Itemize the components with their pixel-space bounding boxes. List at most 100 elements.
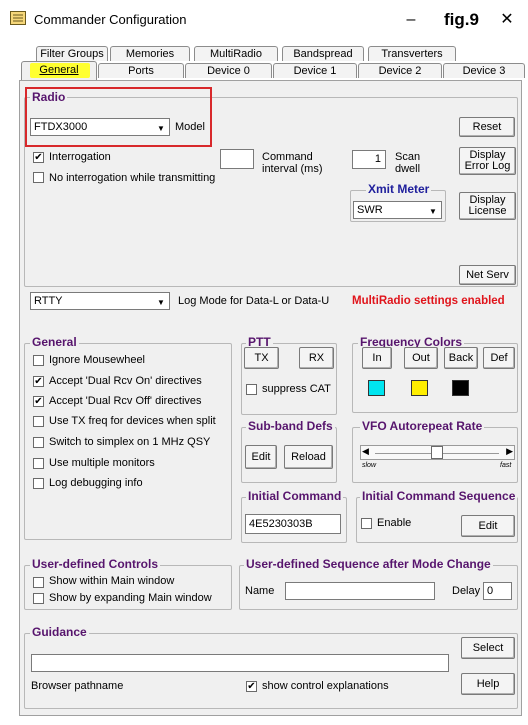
vfo-autorepeat-title: VFO Autorepeat Rate bbox=[360, 419, 485, 433]
log-mode-select[interactable]: RTTY ▼ bbox=[30, 292, 170, 310]
sequence-name-input[interactable] bbox=[285, 582, 435, 600]
show-expanding-label: Show by expanding Main window bbox=[49, 592, 212, 604]
no-interrogation-checkbox[interactable] bbox=[33, 172, 44, 183]
figure-label: fig.9 bbox=[444, 10, 479, 29]
suppress-cat-checkbox[interactable] bbox=[246, 384, 257, 395]
rx-button[interactable]: RX bbox=[299, 347, 334, 369]
model-label: Model bbox=[175, 121, 205, 133]
chevron-down-icon: ▼ bbox=[157, 298, 165, 307]
show-within-main-label: Show within Main window bbox=[49, 575, 175, 587]
color-back-button[interactable]: Back bbox=[444, 347, 478, 369]
tab-device-2[interactable]: Device 2 bbox=[358, 63, 442, 78]
tab-transverters[interactable]: Transverters bbox=[368, 46, 456, 61]
show-explanations-label: show control explanations bbox=[262, 680, 389, 692]
tab-general-label: General bbox=[39, 64, 79, 76]
show-expanding-checkbox[interactable] bbox=[33, 593, 44, 604]
display-error-log-line2: Error Log bbox=[464, 160, 511, 172]
tab-filter-groups[interactable]: Filter Groups bbox=[36, 46, 108, 61]
initial-sequence-enable-checkbox[interactable] bbox=[361, 518, 372, 529]
minimize-button[interactable]: – bbox=[396, 6, 426, 34]
multiradio-status: MultiRadio settings enabled bbox=[352, 295, 505, 307]
switch-simplex-label: Switch to simplex on 1 MHz QSY bbox=[49, 436, 211, 448]
log-debugging-label: Log debugging info bbox=[49, 477, 143, 489]
interrogation-label: Interrogation bbox=[49, 151, 111, 163]
log-debugging-checkbox[interactable] bbox=[33, 478, 44, 489]
log-mode-label: Log Mode for Data-L or Data-U bbox=[178, 295, 330, 307]
show-explanations-checkbox[interactable]: ✔ bbox=[246, 681, 257, 692]
tab-bandspread[interactable]: Bandspread bbox=[282, 46, 364, 61]
switch-simplex-checkbox[interactable] bbox=[33, 437, 44, 448]
use-tx-freq-label: Use TX freq for devices when split bbox=[49, 415, 216, 427]
initial-sequence-enable-label: Enable bbox=[377, 517, 412, 529]
xmit-meter-title: Xmit Meter bbox=[366, 182, 432, 196]
tab-memories[interactable]: Memories bbox=[110, 46, 190, 61]
browser-pathname-label: Browser pathname bbox=[31, 680, 124, 692]
app-icon bbox=[10, 11, 26, 25]
interrogation-checkbox[interactable]: ✔ bbox=[33, 152, 44, 163]
subband-edit-button[interactable]: Edit bbox=[245, 445, 277, 469]
color-in-button[interactable]: In bbox=[362, 347, 392, 369]
slider-left-arrow-icon[interactable]: ◀ bbox=[362, 446, 369, 457]
slider-slow-label: slow bbox=[362, 462, 377, 469]
command-interval-label: Command bbox=[262, 151, 313, 163]
log-mode-value: RTTY bbox=[34, 295, 63, 307]
xmit-meter-select[interactable]: SWR ▼ bbox=[353, 201, 442, 219]
ignore-mousewheel-checkbox[interactable] bbox=[33, 355, 44, 366]
tab-multiradio[interactable]: MultiRadio bbox=[194, 46, 278, 61]
initial-command-input[interactable]: 4E5230303B bbox=[245, 514, 341, 534]
tab-device-1[interactable]: Device 1 bbox=[273, 63, 357, 78]
sequence-name-label: Name bbox=[245, 585, 275, 597]
xmit-meter-value: SWR bbox=[357, 204, 383, 216]
user-sequence-title: User-defined Sequence after Mode Change bbox=[244, 557, 493, 571]
initial-command-title: Initial Command bbox=[246, 489, 344, 503]
display-license-line2: License bbox=[468, 205, 507, 217]
use-tx-freq-checkbox[interactable] bbox=[33, 416, 44, 427]
net-serv-button[interactable]: Net Serv bbox=[459, 265, 516, 285]
window-title: Commander Configuration bbox=[34, 12, 187, 27]
color-in-swatch bbox=[368, 380, 385, 396]
ignore-mousewheel-label: Ignore Mousewheel bbox=[49, 354, 146, 366]
tab-device-0[interactable]: Device 0 bbox=[185, 63, 272, 78]
dual-rcv-on-checkbox[interactable]: ✔ bbox=[33, 376, 44, 387]
tx-button[interactable]: TX bbox=[244, 347, 279, 369]
help-button[interactable]: Help bbox=[461, 673, 515, 695]
model-select-value: FTDX3000 bbox=[34, 121, 88, 133]
initial-sequence-title: Initial Command Sequence bbox=[360, 489, 518, 503]
slider-fast-label: fast bbox=[500, 462, 512, 469]
close-button[interactable]: ✕ bbox=[492, 6, 522, 34]
show-within-main-checkbox[interactable] bbox=[33, 577, 44, 588]
multiple-monitors-checkbox[interactable] bbox=[33, 458, 44, 469]
command-interval-unit: interval (ms) bbox=[262, 163, 323, 175]
general-group-title: General bbox=[30, 335, 79, 349]
color-out-button[interactable]: Out bbox=[404, 347, 438, 369]
color-back-swatch bbox=[452, 380, 469, 396]
model-select[interactable]: FTDX3000 ▼ bbox=[30, 118, 170, 136]
display-license-button[interactable]: Display License bbox=[459, 192, 516, 220]
delay-label: Delay bbox=[452, 585, 481, 597]
vfo-rate-slider[interactable]: ◀ ▶ bbox=[360, 445, 515, 460]
tab-ports[interactable]: Ports bbox=[98, 63, 184, 78]
no-interrogation-label: No interrogation while transmitting bbox=[49, 172, 216, 184]
scan-dwell-input[interactable]: 1 bbox=[352, 150, 386, 169]
initial-sequence-edit-button[interactable]: Edit bbox=[461, 515, 515, 537]
slider-right-arrow-icon[interactable]: ▶ bbox=[506, 446, 513, 457]
multiple-monitors-label: Use multiple monitors bbox=[49, 457, 155, 469]
browser-pathname-input[interactable] bbox=[31, 654, 449, 672]
guidance-select-button[interactable]: Select bbox=[461, 637, 515, 659]
subband-reload-button[interactable]: Reload bbox=[284, 445, 333, 469]
tab-general[interactable]: General bbox=[21, 61, 97, 80]
guidance-title: Guidance bbox=[30, 625, 89, 639]
command-interval-input[interactable] bbox=[220, 149, 254, 169]
dual-rcv-on-label: Accept 'Dual Rcv On' directives bbox=[49, 375, 202, 387]
delay-input[interactable]: 0 bbox=[483, 582, 512, 600]
display-error-log-button[interactable]: Display Error Log bbox=[459, 147, 516, 175]
reset-button[interactable]: Reset bbox=[459, 117, 515, 137]
subband-defs-title: Sub-band Defs bbox=[246, 419, 335, 433]
dual-rcv-off-checkbox[interactable]: ✔ bbox=[33, 396, 44, 407]
user-controls-title: User-defined Controls bbox=[30, 557, 161, 571]
suppress-cat-label: suppress CAT bbox=[262, 383, 331, 395]
slider-thumb[interactable] bbox=[431, 446, 443, 459]
tab-device-3[interactable]: Device 3 bbox=[443, 63, 525, 78]
color-def-button[interactable]: Def bbox=[483, 347, 515, 369]
title-bar: Commander Configuration – fig.9 ✕ bbox=[0, 0, 528, 38]
